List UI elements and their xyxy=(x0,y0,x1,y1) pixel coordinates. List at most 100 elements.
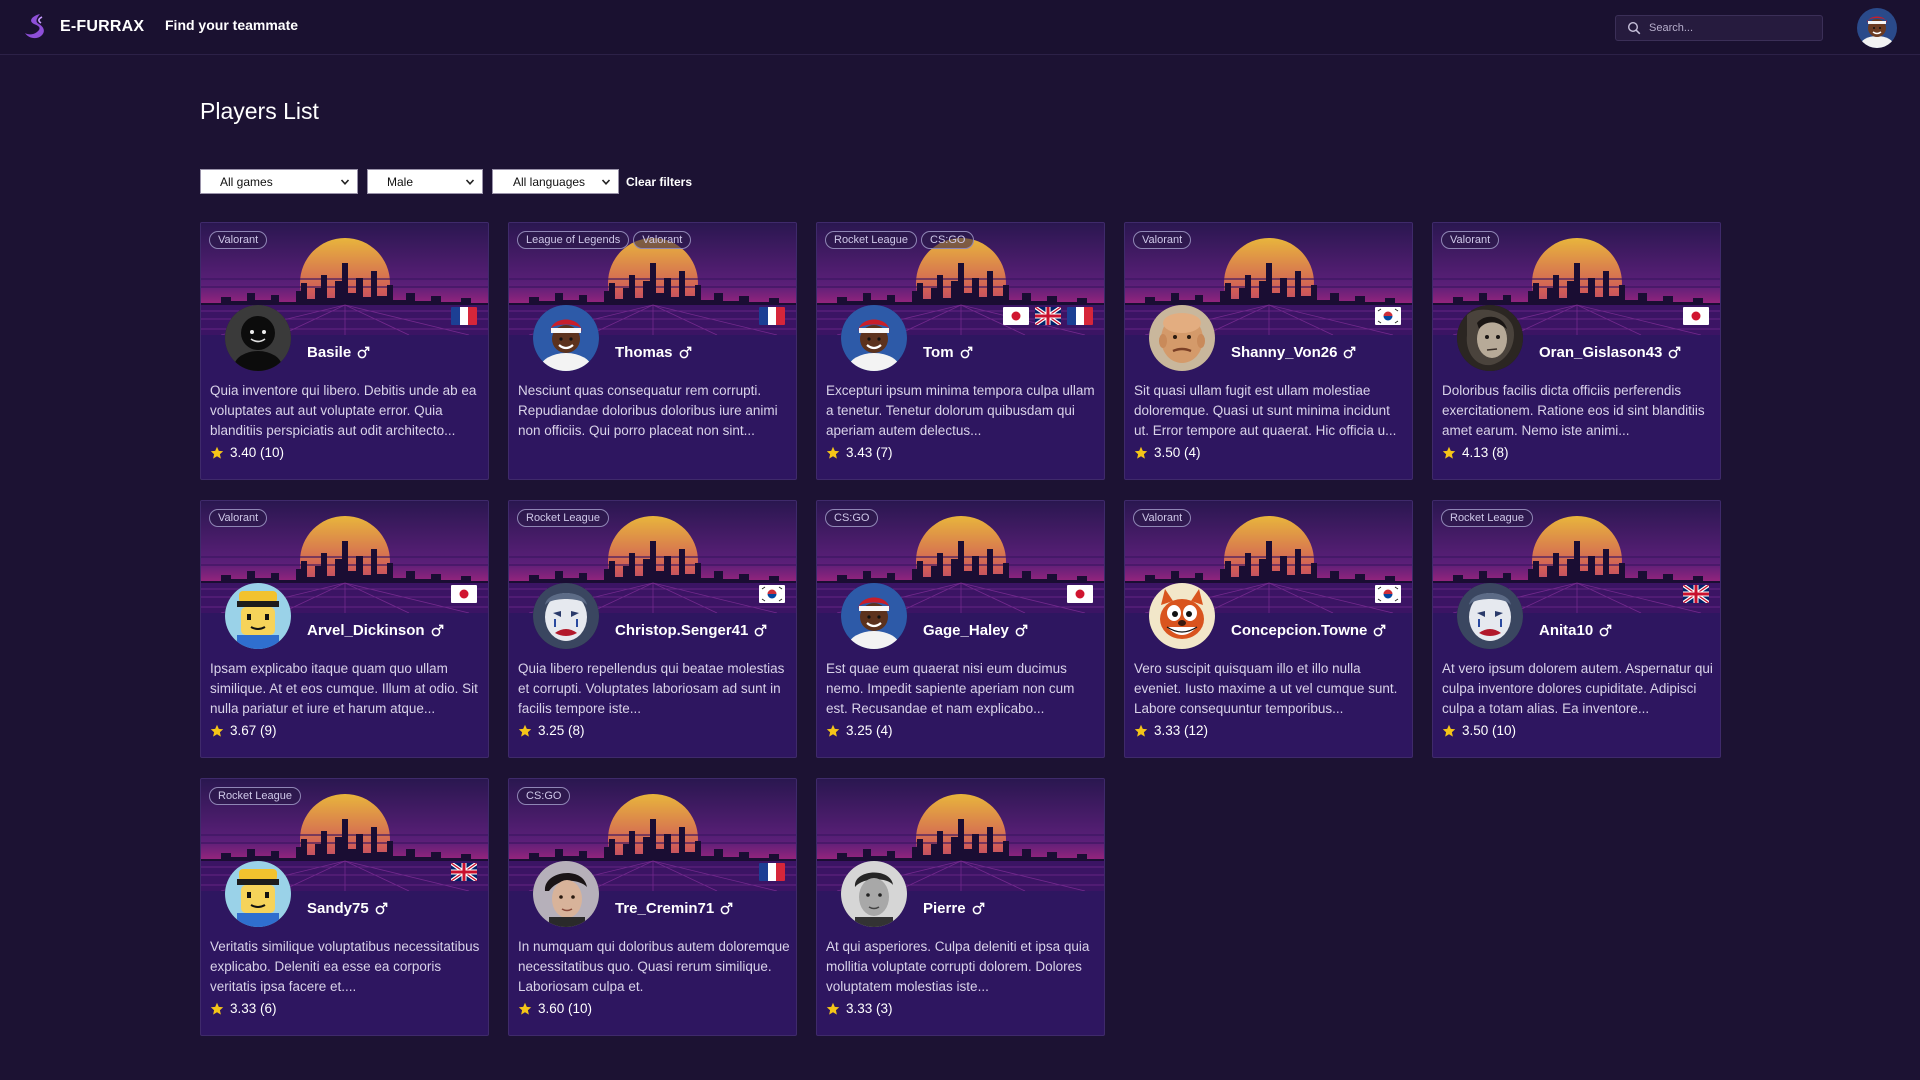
player-description: Quia inventore qui libero. Debitis unde … xyxy=(210,383,477,438)
chevron-down-icon xyxy=(340,179,350,185)
player-description: Sit quasi ullam fugit est ullam molestia… xyxy=(1134,383,1397,438)
gender-filter-select[interactable]: Male xyxy=(367,169,483,194)
game-tags: CS:GO xyxy=(517,787,574,805)
language-flags xyxy=(1677,585,1709,603)
game-tags: Rocket League xyxy=(1441,509,1537,527)
clear-filters-button[interactable]: Clear filters xyxy=(626,175,692,189)
player-description: Vero suscipit quisquam illo et illo null… xyxy=(1134,661,1398,716)
player-name: Tre_Cremin71 xyxy=(615,900,715,917)
game-tags: Valorant xyxy=(1441,231,1503,249)
player-description: Nesciunt quas consequatur rem corrupti. … xyxy=(518,383,778,438)
game-tag-rocket-league: Rocket League xyxy=(209,787,301,805)
player-name: Concepcion.Towne xyxy=(1231,622,1368,639)
player-avatar xyxy=(533,583,599,649)
player-name: Anita10 xyxy=(1539,622,1594,639)
player-name: Sandy75 xyxy=(307,900,369,917)
player-rating: 3.25 (8) xyxy=(518,723,585,738)
player-card[interactable]: Rocket League Anita10 At vero ipsum dolo… xyxy=(1432,500,1721,758)
player-card[interactable]: Rocket League CS:GO Tom Excepturi ipsum m… xyxy=(816,222,1105,480)
brand[interactable]: E-FURRAX xyxy=(22,12,144,42)
flag-fr-icon xyxy=(759,863,785,881)
page-title: Players List xyxy=(200,98,319,124)
flag-fr-icon xyxy=(1067,307,1093,325)
player-name-row: Concepcion.Towne xyxy=(1231,622,1386,639)
search-box[interactable] xyxy=(1615,15,1823,41)
player-name: Shanny_Von26 xyxy=(1231,344,1338,361)
rating-value: 3.40 (10) xyxy=(230,445,285,460)
male-icon xyxy=(1015,624,1028,637)
gender-filter-value: Male xyxy=(387,174,414,189)
flag-fr-icon xyxy=(759,307,785,325)
rating-value: 3.50 (4) xyxy=(1154,445,1201,460)
player-name: Basile xyxy=(307,344,352,361)
rating-value: 3.50 (10) xyxy=(1462,723,1517,738)
player-name-row: Shanny_Von26 xyxy=(1231,344,1356,361)
player-card[interactable]: Pierre At qui asperiores. Culpa deleniti… xyxy=(816,778,1105,1036)
player-description: Est quae eum quaerat nisi eum ducimus ne… xyxy=(826,661,1075,716)
game-tag-valorant: Valorant xyxy=(1441,231,1500,249)
player-card[interactable]: Valorant Basile Quia inventore qui liber… xyxy=(200,222,489,480)
male-icon xyxy=(960,346,972,359)
player-name: Thomas xyxy=(615,344,673,361)
player-card[interactable]: Valorant Concepcion.Towne Vero suscipit … xyxy=(1124,500,1413,758)
player-name-row: Tom xyxy=(923,344,973,361)
player-card[interactable]: Valorant Oran_Gislason43 Doloribus facil… xyxy=(1432,222,1721,480)
player-avatar xyxy=(225,305,291,371)
flag-gb-icon xyxy=(451,863,477,881)
player-avatar xyxy=(225,861,291,927)
male-icon xyxy=(1374,624,1386,637)
language-flags xyxy=(445,863,477,881)
male-icon xyxy=(972,902,984,915)
player-name: Oran_Gislason43 xyxy=(1539,344,1663,361)
player-card[interactable]: CS:GO Gage_Haley Est quae eum quaerat ni… xyxy=(816,500,1105,758)
player-rating: 4.13 (8) xyxy=(1442,445,1509,460)
player-card[interactable]: Rocket League Sandy75 Veritatis similiqu… xyxy=(200,778,489,1036)
language-flags xyxy=(753,863,785,881)
language-flags xyxy=(1061,585,1093,603)
player-avatar xyxy=(1457,305,1523,371)
game-tag-valorant: Valorant xyxy=(1133,509,1192,527)
game-tags: Valorant xyxy=(1133,231,1195,249)
player-card[interactable]: Rocket League Christop.Senger41 Quia lib… xyxy=(508,500,797,758)
player-description: Veritatis similique voluptatibus necessi… xyxy=(210,939,480,994)
male-icon xyxy=(720,902,733,915)
games-filter-select[interactable]: All games xyxy=(200,169,358,194)
star-icon xyxy=(518,1002,532,1015)
player-name: Christop.Senger41 xyxy=(615,622,749,639)
player-name: Arvel_Dickinson xyxy=(307,622,425,639)
language-flags xyxy=(1369,585,1401,603)
male-icon xyxy=(357,346,370,359)
player-name-row: Pierre xyxy=(923,900,985,917)
player-description: Excepturi ipsum minima tempora culpa ull… xyxy=(826,383,1095,438)
rating-value: 3.60 (10) xyxy=(538,1001,593,1016)
nav-find-teammate[interactable]: Find your teammate xyxy=(165,17,298,33)
brand-logo-icon xyxy=(25,14,44,39)
player-card[interactable]: CS:GO Tre_Cremin71 In numquam qui dolori… xyxy=(508,778,797,1036)
rating-value: 3.25 (8) xyxy=(538,723,585,738)
search-input[interactable] xyxy=(1649,22,1819,34)
game-tags: Rocket League xyxy=(517,509,613,527)
male-icon xyxy=(679,346,691,359)
player-name-row: Thomas xyxy=(615,344,692,361)
player-name-row: Arvel_Dickinson xyxy=(307,622,444,639)
player-card[interactable]: Valorant Shanny_Von26 Sit quasi ullam fu… xyxy=(1124,222,1413,480)
game-tags: Valorant xyxy=(209,231,271,249)
player-avatar xyxy=(841,861,907,927)
player-description: Doloribus facilis dicta officiis perfere… xyxy=(1442,383,1705,438)
user-profile-avatar[interactable] xyxy=(1857,8,1897,48)
player-card[interactable]: League of Legends Valorant Thomas Nesciun… xyxy=(508,222,797,480)
game-tag-rocket-league: Rocket League xyxy=(517,509,609,527)
game-tags: League of Legends Valorant xyxy=(517,231,695,249)
game-tags: Rocket League xyxy=(209,787,305,805)
game-tag-valorant: Valorant xyxy=(209,509,268,527)
rating-value: 3.33 (12) xyxy=(1154,723,1209,738)
language-filter-select[interactable]: All languages xyxy=(492,169,619,194)
rating-value: 3.67 (9) xyxy=(230,723,277,738)
rating-value: 3.33 (6) xyxy=(230,1001,277,1016)
player-card[interactable]: Valorant Arvel_Dickinson Ipsam explicabo… xyxy=(200,500,489,758)
player-description: Quia libero repellendus qui beatae moles… xyxy=(518,661,785,716)
star-icon xyxy=(1134,446,1148,459)
game-tag-cs-go: CS:GO xyxy=(921,231,975,249)
star-icon xyxy=(826,1002,840,1015)
male-icon xyxy=(1599,624,1612,637)
